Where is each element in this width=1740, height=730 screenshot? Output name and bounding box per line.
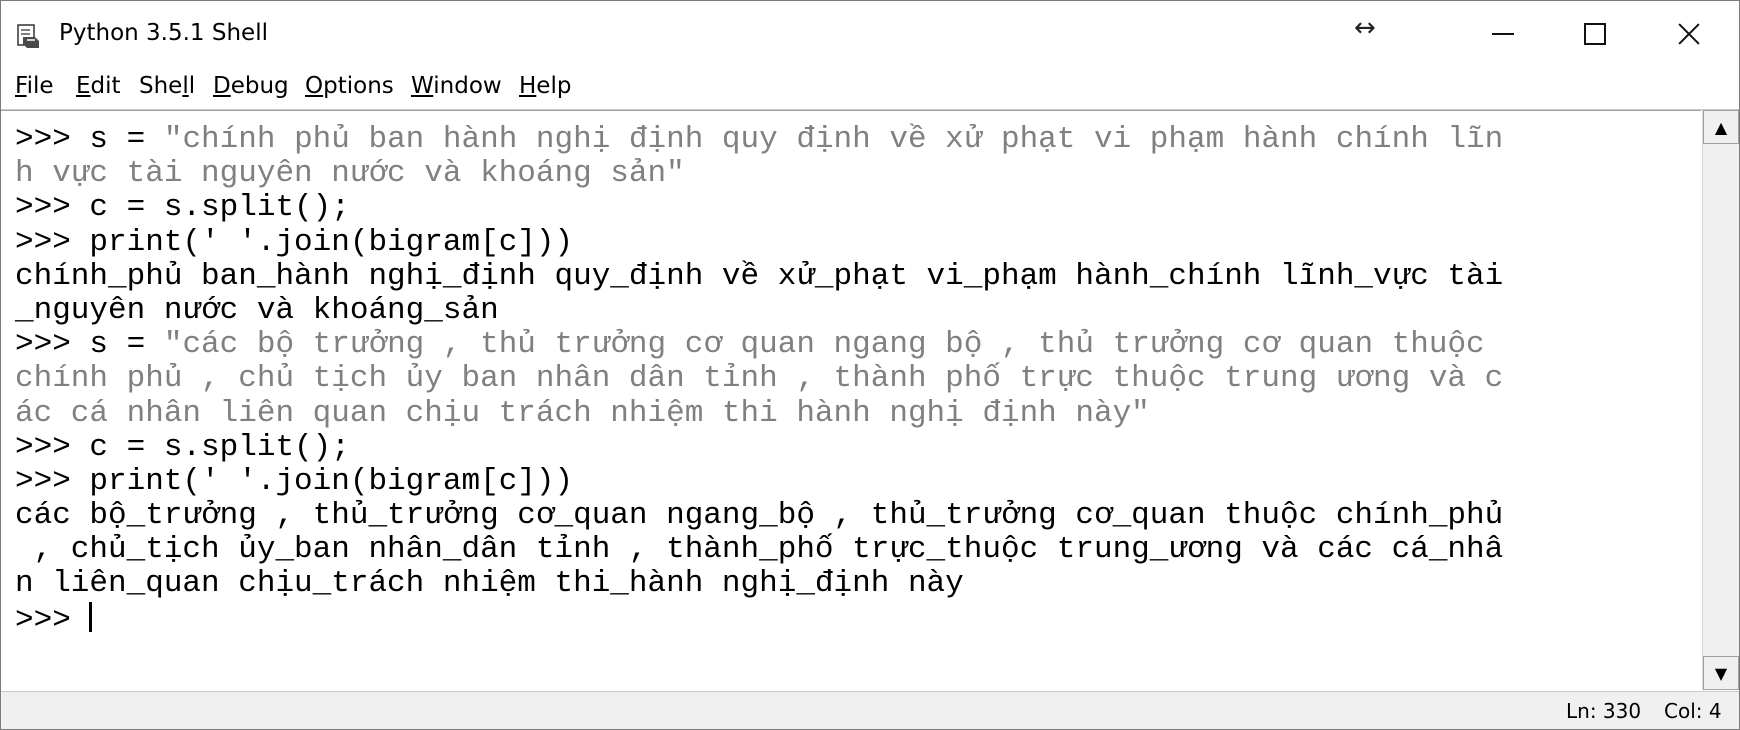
shell-text-area[interactable]: >>> s = "chính phủ ban hành nghị định qu… [1, 110, 1701, 691]
menu-options[interactable]: Options [305, 73, 394, 99]
scroll-down-arrow-icon: ▼ [1714, 663, 1728, 683]
close-button[interactable] [1643, 1, 1735, 67]
scroll-up-arrow-icon: ▲ [1714, 117, 1728, 137]
idle-shell-window: Python 3.5.1 Shell ↔ File Edit Shell Deb… [0, 0, 1740, 730]
console-line: chính phủ , chủ tịch ủy ban nhân dân tỉn… [15, 361, 1504, 397]
console-line: _nguyên nước và khoáng_sản [15, 292, 499, 328]
status-line-number: Ln: 330 [1566, 699, 1642, 723]
minimize-icon [1492, 33, 1514, 35]
scrollbar-track[interactable] [1705, 146, 1737, 654]
menu-debug[interactable]: Debug [213, 73, 289, 99]
console-line: chính_phủ ban_hành nghị_định quy_định về… [15, 258, 1504, 294]
console-input-line[interactable]: >>> [15, 601, 1503, 638]
resize-horizontal-icon: ↔ [1354, 13, 1376, 43]
status-column-number: Col: 4 [1664, 699, 1722, 723]
vertical-scrollbar[interactable]: ▲ ▼ [1702, 110, 1739, 690]
minimize-button[interactable] [1457, 1, 1549, 67]
menu-window[interactable]: Window [411, 73, 502, 99]
console-line: ác cá nhân liên quan chịu trách nhiệm th… [15, 395, 1150, 431]
console-line: h vực tài nguyên nước và khoáng sản" [15, 156, 685, 192]
status-bar: Ln: 330 Col: 4 [1, 691, 1739, 729]
menu-edit[interactable]: Edit [76, 73, 121, 99]
scroll-up-button[interactable]: ▲ [1703, 110, 1739, 144]
console-line: >>> print(' '.join(bigram[c])) [15, 463, 574, 499]
console-output: >>> s = "chính phủ ban hành nghị định qu… [15, 122, 1504, 638]
title-bar[interactable]: Python 3.5.1 Shell ↔ [1, 1, 1739, 67]
text-cursor [89, 601, 93, 632]
shell-prompt: >>> [15, 602, 90, 638]
console-line: n liên_quan chịu_trách nhiệm thi_hành ng… [15, 566, 964, 602]
console-line: , chủ_tịch ủy_ban nhân_dân tỉnh , thành_… [15, 532, 1504, 568]
window-title: Python 3.5.1 Shell [59, 20, 268, 46]
maximize-button[interactable] [1549, 1, 1641, 67]
close-icon [1677, 22, 1701, 46]
console-line: >>> print(' '.join(bigram[c])) [15, 224, 574, 260]
console-line: >>> s = "chính phủ ban hành nghị định qu… [15, 122, 1504, 157]
python-idle-icon [15, 23, 41, 49]
console-line: >>> c = s.split(); [15, 429, 350, 465]
menu-file[interactable]: File [15, 73, 54, 99]
console-line: >>> s = "các bộ trưởng , thủ trưởng cơ q… [15, 327, 1485, 363]
maximize-icon [1584, 23, 1606, 45]
menu-bar: File Edit Shell Debug Options Window Hel… [1, 67, 1739, 109]
console-line: >>> c = s.split(); [15, 190, 350, 226]
scroll-down-button[interactable]: ▼ [1703, 656, 1739, 690]
menu-help[interactable]: Help [519, 73, 571, 99]
console-line: các bộ_trưởng , thủ_trưởng cơ_quan ngang… [15, 498, 1504, 534]
menu-shell[interactable]: Shell [139, 73, 195, 99]
